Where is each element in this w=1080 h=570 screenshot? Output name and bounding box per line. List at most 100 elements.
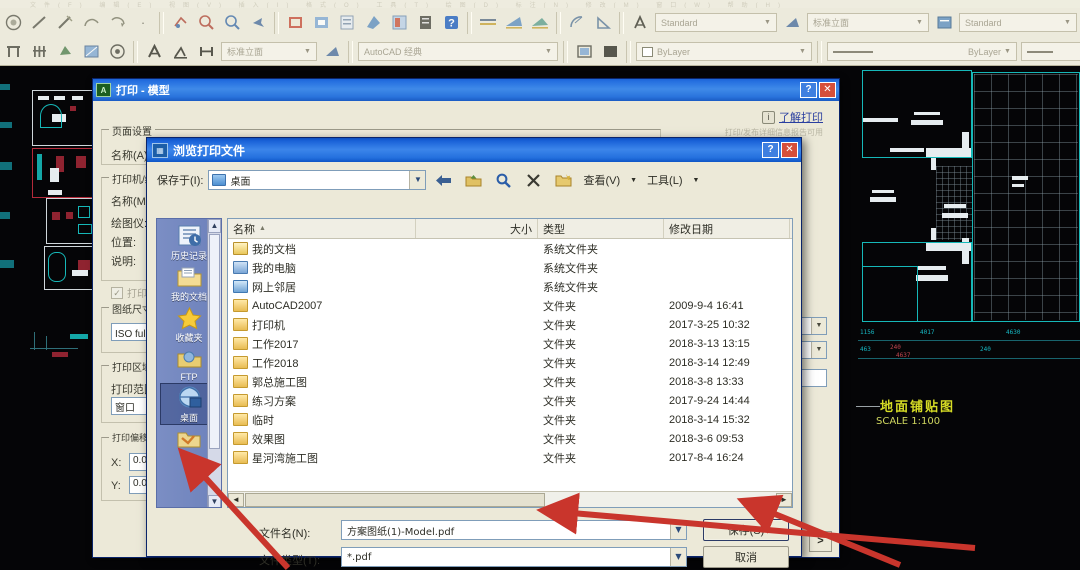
text-style-icon[interactable] <box>628 11 652 34</box>
table-style-icon[interactable] <box>932 11 956 34</box>
mtext-icon[interactable] <box>142 40 166 63</box>
line-tool-icon[interactable] <box>27 11 51 34</box>
cancel-button[interactable]: 取消 <box>703 546 789 568</box>
chevron-down-icon-q2[interactable]: ▼ <box>811 342 826 358</box>
view-menu-chevron-icon[interactable]: ▼ <box>627 177 640 184</box>
chevron-down-icon-savein[interactable]: ▼ <box>409 171 426 189</box>
table-row[interactable]: 郭总施工图 文件夹 2018-3-8 13:33 <box>228 372 792 391</box>
ordinate-dim-icon[interactable] <box>528 11 552 34</box>
browse-help-button[interactable]: ? <box>762 142 779 158</box>
browse-dialog-titlebar[interactable]: ▦ 浏览打印文件 ? ✕ <box>147 138 801 162</box>
places-scrollbar[interactable]: ▲ ▼ <box>207 219 221 507</box>
places-bar[interactable]: 历史记录 我的文档 收藏夹 FTP 桌面 ▲ ▼ <box>156 218 222 508</box>
hatch-icon[interactable] <box>79 40 103 63</box>
table-row[interactable]: 我的电脑 系统文件夹 <box>228 258 792 277</box>
scroll-right-icon[interactable]: ► <box>776 492 792 507</box>
chevron-down-icon-filename[interactable]: ▼ <box>670 521 686 539</box>
point-icon[interactable] <box>105 40 129 63</box>
aligned-dim-icon[interactable] <box>502 11 526 34</box>
filetype-combo[interactable]: *.pdf ▼ <box>341 547 687 567</box>
layer-combo[interactable]: ByLayer ▼ <box>636 42 812 61</box>
tablestyle-combo[interactable]: 标准立面 ▼ <box>807 13 929 32</box>
table-icon[interactable] <box>1 40 25 63</box>
table-row[interactable]: 星河湾施工图 文件夹 2017-8-4 16:24 <box>228 448 792 467</box>
donut-icon[interactable] <box>1 11 25 34</box>
filename-input[interactable]: 方案图纸(1)-Model.pdf ▼ <box>341 520 687 540</box>
table-row[interactable]: 临时 文件夹 2018-3-14 15:32 <box>228 410 792 429</box>
new-folder-icon[interactable] <box>551 169 576 191</box>
chevron-down-icon[interactable]: ▼ <box>761 19 774 26</box>
up-folder-icon[interactable] <box>461 169 486 191</box>
named-views-icon[interactable] <box>283 11 307 34</box>
horizontal-scroll-thumb[interactable] <box>245 492 545 507</box>
save-in-combo[interactable]: 桌面 ▼ <box>208 170 427 190</box>
zoom-in-icon[interactable] <box>194 11 218 34</box>
save-button[interactable]: 保存(S) <box>703 519 789 541</box>
dimension-style-combo[interactable]: Standard ▼ <box>959 13 1077 32</box>
places-scroll-up-icon[interactable]: ▲ <box>208 219 221 233</box>
tool-palette-icon[interactable] <box>387 11 411 34</box>
chevron-down-icon-q1[interactable]: ▼ <box>811 318 826 334</box>
chevron-down-icon-4[interactable]: ▼ <box>301 48 314 55</box>
linear-dim-icon[interactable] <box>476 11 500 34</box>
expand-dialog-button[interactable]: > <box>809 531 832 552</box>
dimstyle-edit-icon[interactable] <box>320 40 344 63</box>
revision-cloud-icon[interactable] <box>53 40 77 63</box>
column-header-size[interactable]: 大小 <box>416 219 538 238</box>
tools-menu-chevron-icon[interactable]: ▼ <box>690 177 703 184</box>
places-scroll-down-icon[interactable]: ▼ <box>208 495 221 507</box>
back-icon[interactable] <box>431 169 456 191</box>
column-header-name[interactable]: 名称 ▲ <box>228 219 416 238</box>
table-row[interactable]: 练习方案 文件夹 2017-9-24 14:44 <box>228 391 792 410</box>
learn-plot-link-text[interactable]: 了解打印 <box>779 109 823 125</box>
menu-bar-ghost[interactable]: 文件(F) 编辑(E) 视图(V) 插入(I) 格式(O) 工具(T) 绘图(D… <box>0 0 1080 8</box>
linetype-combo[interactable]: ByLayer ▼ <box>827 42 1017 61</box>
view-menu-button[interactable]: 查看(V) <box>581 172 622 188</box>
table-row[interactable]: 网上邻居 系统文件夹 <box>228 277 792 296</box>
zoom-realtime-icon[interactable] <box>220 11 244 34</box>
dimstyle-manager-icon[interactable] <box>780 11 804 34</box>
block-insert-icon[interactable] <box>309 11 333 34</box>
zoom-window-icon[interactable] <box>168 11 192 34</box>
dim-edit-icon[interactable] <box>194 40 218 63</box>
leader-text-icon[interactable] <box>168 40 192 63</box>
tools-menu-button[interactable]: 工具(L) <box>645 172 684 188</box>
chevron-down-icon-6[interactable]: ▼ <box>796 48 809 55</box>
dimstyle-combo[interactable]: 标准立面 ▼ <box>221 42 317 61</box>
learn-plot-link[interactable]: i 了解打印 <box>762 109 823 125</box>
redo-arc-icon[interactable] <box>105 11 129 34</box>
angular-dim-icon[interactable] <box>591 11 615 34</box>
properties-icon[interactable] <box>335 11 359 34</box>
browse-close-button[interactable]: ✕ <box>781 142 798 158</box>
table-row[interactable]: 效果图 文件夹 2018-3-6 09:53 <box>228 429 792 448</box>
chevron-down-icon-5[interactable]: ▼ <box>542 48 555 55</box>
sheet-set-icon[interactable] <box>413 11 437 34</box>
table-row[interactable]: 工作2018 文件夹 2018-3-14 12:49 <box>228 353 792 372</box>
chevron-down-icon-3[interactable]: ▼ <box>1061 19 1074 26</box>
radius-dim-icon[interactable] <box>565 11 589 34</box>
column-header-date[interactable]: 修改日期 <box>664 219 790 238</box>
pan-icon[interactable] <box>246 11 270 34</box>
lineweight-combo[interactable]: ByLayer ▼ <box>1021 42 1080 61</box>
scroll-left-icon[interactable]: ◄ <box>228 492 244 507</box>
layer-manager-icon[interactable] <box>572 40 596 63</box>
cad-classic-combo[interactable]: AutoCAD 经典 ▼ <box>358 42 558 61</box>
table-row[interactable]: 我的文档 系统文件夹 <box>228 239 792 258</box>
dropdown-dot-icon[interactable]: · <box>131 11 155 34</box>
file-list-horizontal-scrollbar[interactable]: ◄ ► <box>228 491 792 507</box>
browse-plot-file-dialog[interactable]: ▦ 浏览打印文件 ? ✕ 保存于(I): 桌面 ▼ 查看(V) ▼ 工具(L) … <box>146 137 802 568</box>
plot-help-button[interactable]: ? <box>800 82 817 98</box>
table-row[interactable]: 工作2017 文件夹 2018-3-13 13:15 <box>228 334 792 353</box>
places-scroll-thumb[interactable] <box>209 234 220 449</box>
multiline-icon[interactable] <box>27 40 51 63</box>
spline-tool-icon[interactable] <box>53 11 77 34</box>
table-row[interactable]: AutoCAD2007 文件夹 2009-9-4 16:41 <box>228 296 792 315</box>
chevron-down-icon-7[interactable]: ▼ <box>1001 48 1014 55</box>
file-list-rows[interactable]: 我的文档 系统文件夹 我的电脑 系统文件夹 网上邻居 系统文件夹 AutoCAD2007 文件… <box>228 239 792 491</box>
table-row[interactable]: 打印机 文件夹 2017-3-25 10:32 <box>228 315 792 334</box>
search-icon[interactable] <box>491 169 516 191</box>
arc-tool-icon[interactable] <box>79 11 103 34</box>
design-center-icon[interactable] <box>361 11 385 34</box>
file-list[interactable]: 名称 ▲ 大小 类型 修改日期 我的文档 系统文件夹 我的电脑 系统文件夹 网上邻居 系统… <box>227 218 793 508</box>
plot-dialog-titlebar[interactable]: A 打印 - 模型 ? ✕ <box>93 79 839 101</box>
